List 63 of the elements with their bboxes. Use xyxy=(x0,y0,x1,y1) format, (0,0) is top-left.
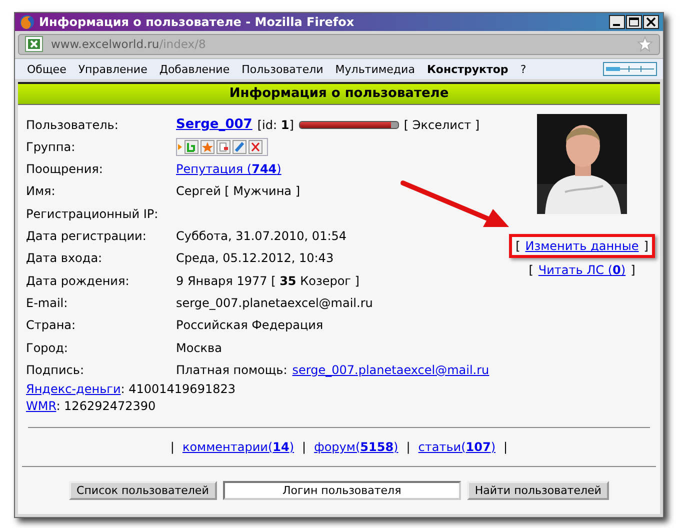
find-users-button[interactable]: Найти пользователей xyxy=(466,481,610,500)
url-text: www.excelworld.ru/index/8 xyxy=(51,37,207,52)
minimize-icon[interactable] xyxy=(609,15,625,29)
rank-text: [ Экселист ] xyxy=(404,118,480,132)
field-label: E-mail: xyxy=(26,296,69,310)
bracket: [ xyxy=(528,263,534,278)
payment-link[interactable]: Яндекс-деньги xyxy=(26,382,121,396)
stats-link[interactable]: статьи(107) xyxy=(418,440,496,454)
stats-link[interactable]: комментарии(14) xyxy=(182,440,294,454)
separator-text: | xyxy=(170,440,174,454)
address-bar[interactable]: www.excelworld.ru/index/8 xyxy=(18,34,660,55)
action-link[interactable]: Читать ЛС (0) xyxy=(538,263,626,278)
close-icon[interactable] xyxy=(643,15,659,29)
email-link[interactable]: serge_007.planetaexcel@mail.ru xyxy=(292,362,490,377)
section-header: Информация о пользователе xyxy=(18,82,660,106)
payment-number: : 126292472390 xyxy=(56,399,156,413)
field-label: Страна: xyxy=(26,318,77,332)
field-label: Пользователь: xyxy=(26,118,120,132)
spreadsheet-icon xyxy=(25,36,43,52)
menu-item[interactable]: Пользователи xyxy=(236,62,330,76)
separator-text: | xyxy=(406,440,410,454)
stats-link[interactable]: форум(5158) xyxy=(314,440,398,454)
payment-link[interactable]: WMR xyxy=(26,399,56,413)
bracket: ] xyxy=(630,263,636,278)
field-value: Москва xyxy=(176,340,222,355)
field-label: Дата регистрации: xyxy=(26,229,148,244)
browser-logo-icon xyxy=(19,14,35,30)
menu-item[interactable]: Добавление xyxy=(153,62,236,76)
star-icon[interactable] xyxy=(637,36,653,52)
username-link[interactable]: Serge_007 xyxy=(176,117,252,132)
slider-drawing[interactable] xyxy=(603,62,657,76)
menu-item[interactable]: Конструктор xyxy=(420,62,514,76)
field-value: Сергей [ Мужчина ] xyxy=(176,184,300,198)
login-field[interactable]: Логин пользователя xyxy=(222,481,461,500)
bracket: [ xyxy=(516,239,520,254)
field-value: Среда, 05.12.2012, 10:43 xyxy=(176,251,334,266)
field-label: Регистрационный IP: xyxy=(26,206,160,221)
signature-text: Платная помощь: xyxy=(176,362,288,377)
field-label: Имя: xyxy=(26,184,56,198)
separator-text: | xyxy=(302,440,306,454)
menu-item[interactable]: Общее xyxy=(21,62,72,76)
field-value: 9 Января 1977 [ 35 Козерог ] xyxy=(176,274,360,288)
menu-item[interactable]: Мультимедиа xyxy=(329,62,421,76)
user-list-button[interactable]: Список пользователей xyxy=(68,481,217,500)
menu-item[interactable]: Управление xyxy=(72,62,154,76)
separator-text: | xyxy=(504,440,508,454)
reputation-link[interactable]: Репутация (744) xyxy=(176,162,282,176)
action-link[interactable]: Изменить данные xyxy=(525,239,639,254)
menu-item[interactable]: ? xyxy=(514,62,532,76)
maximize-icon[interactable] xyxy=(626,15,642,29)
field-label: Подпись: xyxy=(26,362,86,377)
user-id: [id: 1] xyxy=(257,118,294,132)
field-label: Город: xyxy=(26,340,69,355)
field-value: Суббота, 31.07.2010, 01:54 xyxy=(176,229,347,244)
field-label: Группа: xyxy=(26,140,76,154)
bracket: ] xyxy=(644,239,648,254)
field-label: Поощрения: xyxy=(26,162,104,176)
payment-number: : 41001419691823 xyxy=(120,382,236,396)
field-value: serge_007.planetaexcel@mail.ru xyxy=(176,296,373,310)
field-label: Дата входа: xyxy=(26,251,104,266)
field-label: Дата рождения: xyxy=(26,274,130,288)
field-value: Российская Федерация xyxy=(176,318,324,332)
window-title: Информация о пользователе - Mozilla Firefox xyxy=(39,15,356,29)
